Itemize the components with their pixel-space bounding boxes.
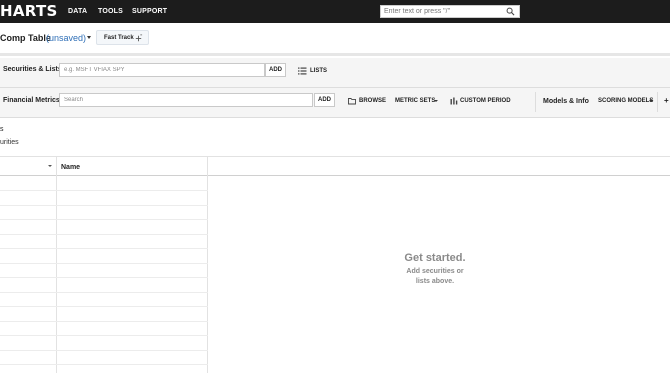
securities-input[interactable]: [59, 63, 265, 77]
chevron-down-icon: [649, 100, 653, 102]
more-options-button[interactable]: +: [664, 96, 669, 105]
empty-state: Get started. Add securities or lists abo…: [396, 248, 474, 298]
table-row: [0, 335, 208, 336]
global-search-box: [380, 5, 520, 18]
table-row: [0, 292, 208, 293]
nav-link-data[interactable]: DATA: [68, 7, 87, 16]
logo[interactable]: HARTS: [0, 3, 58, 20]
toolbar-divider: [535, 92, 536, 112]
table-header: Name: [0, 156, 670, 176]
add-metric-button[interactable]: ADD: [314, 93, 335, 107]
scoring-models-label: SCORING MODELS: [598, 98, 654, 104]
search-icon[interactable]: [506, 7, 515, 16]
column-divider: [56, 156, 57, 373]
nav-link-tools[interactable]: TOOLS: [98, 7, 123, 16]
save-status[interactable]: (unsaved): [46, 33, 86, 44]
models-info-label: Models & Info: [543, 98, 589, 105]
table-row: [0, 263, 208, 264]
securities-toolbar: Securities & Lists ADD LISTS: [0, 58, 670, 88]
chevron-down-icon: [434, 100, 438, 102]
metrics-search-input[interactable]: [59, 93, 313, 107]
lists-label: LISTS: [310, 68, 328, 74]
table-row: [0, 234, 208, 235]
table-row: [0, 205, 208, 206]
table-row: [0, 321, 208, 322]
metric-sets-label: METRIC SETS: [395, 98, 436, 104]
securities-label: Securities & Lists: [3, 66, 62, 73]
folder-browse-icon: [348, 98, 356, 105]
list-icon: [298, 67, 307, 75]
table-row: [0, 350, 208, 351]
global-search-input[interactable]: [384, 6, 504, 17]
table-row: [0, 306, 208, 307]
table-row: [0, 190, 208, 191]
metrics-toolbar: Financial Metrics ADD BROWSE METRIC SETS…: [0, 88, 670, 118]
fast-track-button[interactable]: Fast Track: [96, 30, 149, 45]
add-security-button[interactable]: ADD: [265, 63, 286, 77]
bar-chart-icon: [450, 97, 458, 105]
fast-track-label: Fast Track: [104, 35, 134, 41]
table-row: [0, 219, 208, 220]
column-header-name[interactable]: Name: [61, 163, 80, 172]
table-info-title: s: [0, 126, 4, 133]
table-info-subtitle: urities: [0, 139, 19, 146]
financial-metrics-label: Financial Metrics: [3, 97, 60, 104]
table-row: [0, 364, 208, 365]
table-row: [0, 277, 208, 278]
table-row: [0, 248, 208, 249]
toolbar-divider: [657, 92, 658, 112]
custom-period-label: CUSTOM PERIOD: [460, 98, 511, 104]
sort-caret-icon[interactable]: [48, 165, 52, 167]
empty-state-title: Get started.: [404, 252, 466, 264]
page-title: Comp Table: [0, 33, 51, 43]
top-nav-bar: HARTS DATA TOOLS SUPPORT: [0, 0, 670, 23]
browse-label: BROWSE: [359, 98, 386, 104]
title-menu-caret-icon[interactable]: [87, 36, 91, 39]
column-divider: [207, 156, 208, 373]
empty-state-subtitle: Add securities or lists above.: [406, 268, 464, 285]
fast-track-plus-icon: [135, 34, 143, 42]
nav-link-support[interactable]: SUPPORT: [132, 7, 167, 16]
title-bar: Comp Table (unsaved) Fast Track: [0, 23, 670, 56]
comp-table-grid: Name Get started. Add securities or list…: [0, 156, 670, 373]
